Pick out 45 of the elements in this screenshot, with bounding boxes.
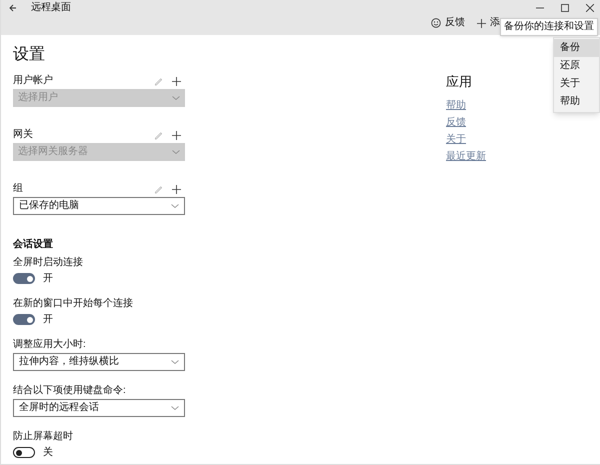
dropdown-field[interactable]: 全屏时的远程会话: [13, 399, 185, 417]
menu-item[interactable]: 备份: [554, 39, 599, 57]
dropdown-field[interactable]: 拉伸内容，维持纵横比: [13, 353, 185, 371]
link[interactable]: 最近更新: [446, 152, 486, 162]
chevron-down-icon: [172, 149, 180, 155]
section-heading: 会话设置: [13, 240, 54, 250]
menu-item[interactable]: 关于: [554, 75, 599, 93]
toggle-switch[interactable]: [13, 447, 35, 458]
chevron-down-icon: [171, 405, 179, 411]
field-label: 结合以下项使用键盘命令:: [13, 386, 127, 396]
plus-icon[interactable]: [172, 76, 181, 86]
plus-icon: [477, 18, 486, 28]
toggle-state: 开: [43, 274, 53, 284]
field-label: 用户帐户: [13, 76, 53, 86]
tooltip: 备份你的连接和设置: [500, 18, 598, 36]
maximize-icon[interactable]: [561, 4, 569, 12]
page-title: 设置: [13, 47, 46, 63]
add-button[interactable]: 添: [477, 18, 500, 28]
link[interactable]: 关于: [446, 135, 486, 145]
field-label: 在新的窗口中开始每个连接: [13, 299, 134, 309]
window-title: 远程桌面: [31, 2, 71, 12]
section-heading: 应用: [446, 75, 473, 88]
toggle-state: 开: [43, 314, 53, 324]
chevron-down-icon: [172, 95, 180, 101]
smiley-icon: [431, 18, 441, 28]
toggle-switch[interactable]: [13, 314, 35, 325]
feedback-button[interactable]: 反馈: [431, 18, 465, 28]
chevron-down-icon: [171, 359, 179, 365]
dropdown-field[interactable]: 已保存的电脑: [13, 197, 185, 215]
field-label: 全屏时启动连接: [13, 258, 84, 268]
field-label: 网关: [13, 130, 33, 140]
plus-icon[interactable]: [172, 130, 181, 140]
link[interactable]: 帮助: [446, 101, 486, 111]
chevron-down-icon: [171, 203, 179, 209]
plus-icon[interactable]: [172, 184, 181, 194]
menu-item[interactable]: 还原: [554, 57, 599, 75]
field-label: 防止屏幕超时: [13, 432, 74, 442]
link[interactable]: 反馈: [446, 118, 486, 128]
toggle-state: 关: [43, 448, 53, 458]
field-label: 调整应用大小时:: [13, 340, 87, 350]
field-label: 组: [13, 184, 23, 194]
toggle-switch[interactable]: [13, 273, 35, 284]
menu-item[interactable]: 帮助: [554, 93, 599, 111]
close-icon[interactable]: [586, 4, 594, 12]
back-icon[interactable]: [9, 4, 17, 12]
